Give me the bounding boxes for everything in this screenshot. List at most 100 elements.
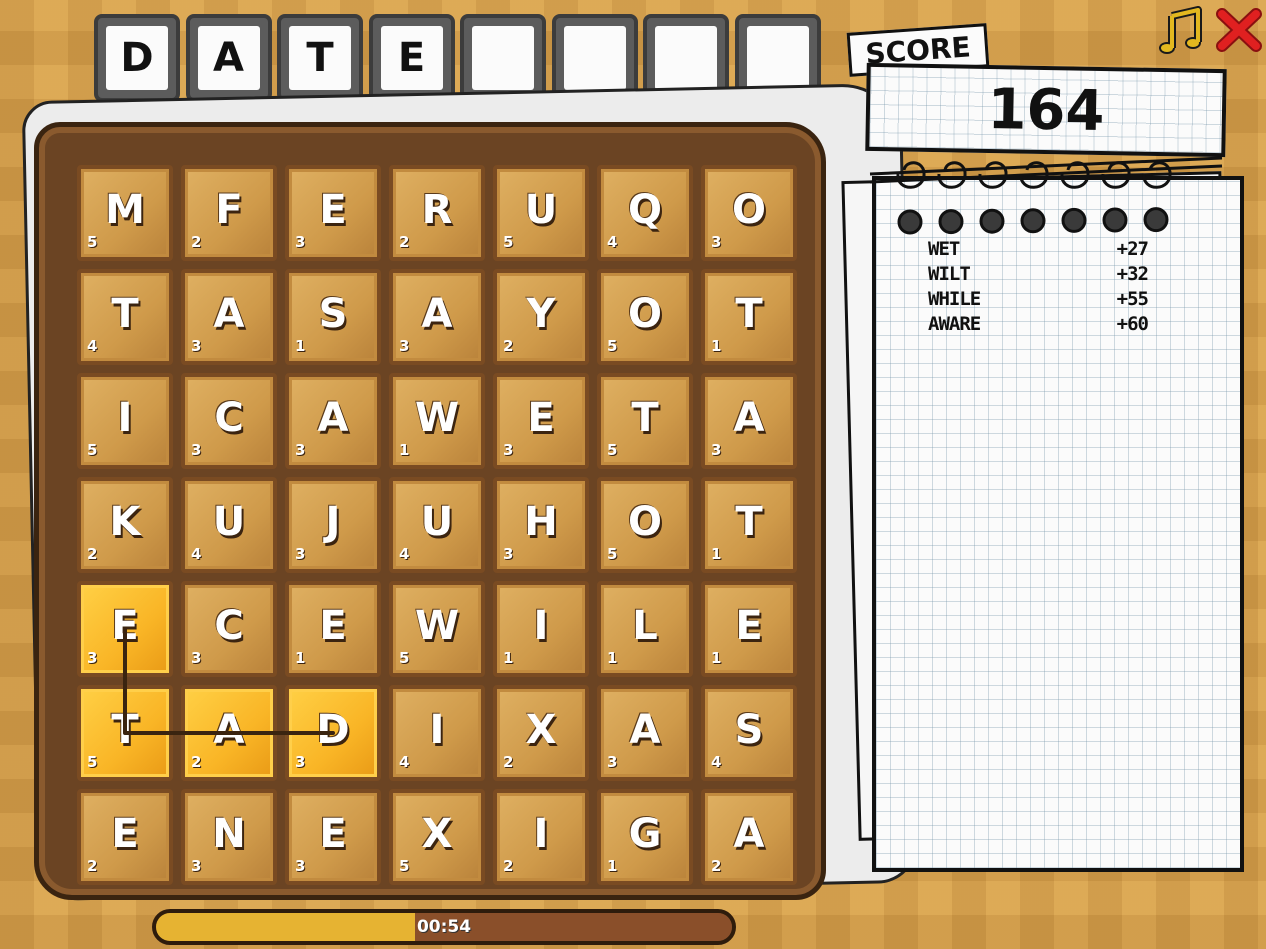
word-slot: T	[277, 14, 363, 102]
letter-tile[interactable]: A3	[701, 373, 797, 469]
tile-points: 2	[503, 337, 514, 355]
word-slot-letter: A	[197, 26, 260, 90]
letter-tile[interactable]: T4	[77, 269, 173, 365]
word-slot-letter: D	[106, 26, 168, 90]
letter-tile[interactable]: X5	[389, 789, 485, 885]
letter-tile[interactable]: E3	[493, 373, 589, 469]
letter-tile[interactable]: M5	[77, 165, 173, 261]
letter-tile[interactable]: J3	[285, 477, 381, 573]
tile-points: 3	[711, 233, 722, 251]
tile-points: 4	[399, 545, 410, 563]
letter-tile[interactable]: W5	[389, 581, 485, 677]
music-note-icon[interactable]	[1158, 6, 1204, 56]
letter-tile[interactable]: N3	[181, 789, 277, 885]
letter-tile[interactable]: H3	[493, 477, 589, 573]
letter-tile[interactable]: U4	[181, 477, 277, 573]
letter-tile[interactable]: O5	[597, 477, 693, 573]
tile-letter: A	[733, 811, 765, 857]
letter-tile[interactable]: U5	[493, 165, 589, 261]
letter-tile[interactable]: A3	[597, 685, 693, 781]
letter-tile[interactable]: S4	[701, 685, 797, 781]
tile-points: 3	[399, 337, 410, 355]
letter-tile[interactable]: A3	[389, 269, 485, 365]
letter-tile[interactable]: E3	[285, 789, 381, 885]
letter-tile[interactable]: W1	[389, 373, 485, 469]
tile-letter: E	[527, 395, 555, 441]
tile-letter: M	[105, 187, 145, 233]
letter-tile[interactable]: E3	[285, 165, 381, 261]
found-word-points: +27	[1116, 238, 1149, 260]
letter-tile[interactable]: A2	[701, 789, 797, 885]
letter-tile[interactable]: K2	[77, 477, 173, 573]
tile-letter: A	[213, 291, 245, 337]
letter-tile[interactable]: X2	[493, 685, 589, 781]
letter-tile[interactable]: D3	[285, 685, 381, 781]
timer-text: 00:54	[416, 917, 472, 937]
tile-points: 2	[191, 233, 202, 251]
tile-letter: C	[214, 603, 244, 649]
word-slot-letter	[472, 26, 534, 90]
tile-letter: X	[421, 811, 453, 857]
letter-tile[interactable]: O3	[701, 165, 797, 261]
letter-tile[interactable]: I5	[77, 373, 173, 469]
letter-tile[interactable]: A2	[181, 685, 277, 781]
word-slot-letter	[563, 26, 626, 90]
letter-tile[interactable]: T5	[77, 685, 173, 781]
letter-tile[interactable]: E3	[77, 581, 173, 677]
tile-points: 5	[503, 233, 514, 251]
tile-points: 3	[607, 753, 618, 771]
letter-tile[interactable]: O5	[597, 269, 693, 365]
letter-tile[interactable]: Y2	[493, 269, 589, 365]
timer-bar: 00:54	[152, 909, 736, 945]
tile-letter: S	[318, 291, 348, 337]
tile-letter: A	[421, 291, 453, 337]
tile-points: 2	[711, 857, 722, 875]
word-slot-letter: E	[380, 26, 443, 90]
tile-letter: A	[213, 707, 245, 753]
tile-points: 3	[711, 441, 722, 459]
letter-tile[interactable]: F2	[181, 165, 277, 261]
tile-points: 4	[87, 337, 98, 355]
letter-tile[interactable]: E2	[77, 789, 173, 885]
letter-tile[interactable]: A3	[285, 373, 381, 469]
tile-points: 4	[191, 545, 202, 563]
letter-tile[interactable]: L1	[597, 581, 693, 677]
letter-tile[interactable]: A3	[181, 269, 277, 365]
tile-points: 5	[607, 441, 618, 459]
tile-points: 3	[191, 857, 202, 875]
letter-tile[interactable]: I4	[389, 685, 485, 781]
tile-letter: T	[735, 291, 763, 337]
letter-tile[interactable]: R2	[389, 165, 485, 261]
tile-points: 1	[711, 337, 722, 355]
tile-letter: W	[414, 603, 460, 649]
letter-tile[interactable]: I2	[493, 789, 589, 885]
tile-letter: Y	[526, 291, 556, 337]
tile-points: 3	[295, 441, 306, 459]
tile-points: 3	[191, 441, 202, 459]
letter-tile[interactable]: C3	[181, 373, 277, 469]
letter-tile[interactable]: T1	[701, 269, 797, 365]
close-x-icon[interactable]	[1216, 8, 1262, 52]
letter-tile[interactable]: T5	[597, 373, 693, 469]
letter-tile[interactable]: C3	[181, 581, 277, 677]
tile-points: 1	[607, 857, 618, 875]
tile-points: 5	[607, 545, 618, 563]
score-value: 164	[986, 76, 1106, 144]
letter-tile[interactable]: T1	[701, 477, 797, 573]
letter-tile[interactable]: E1	[285, 581, 381, 677]
tile-points: 3	[503, 441, 514, 459]
tile-letter: E	[319, 811, 347, 857]
letter-tile[interactable]: E1	[701, 581, 797, 677]
letter-tile[interactable]: Q4	[597, 165, 693, 261]
tile-letter: W	[414, 395, 460, 441]
tile-points: 3	[503, 545, 514, 563]
letter-tile[interactable]: S1	[285, 269, 381, 365]
tile-letter: C	[214, 395, 244, 441]
tile-letter: Q	[627, 187, 662, 233]
found-word-row: AWARE +60	[928, 313, 1149, 338]
letter-tile[interactable]: G1	[597, 789, 693, 885]
tile-points: 2	[503, 857, 514, 875]
found-word-row: WET +27	[928, 238, 1149, 263]
letter-tile[interactable]: I1	[493, 581, 589, 677]
letter-tile[interactable]: U4	[389, 477, 485, 573]
